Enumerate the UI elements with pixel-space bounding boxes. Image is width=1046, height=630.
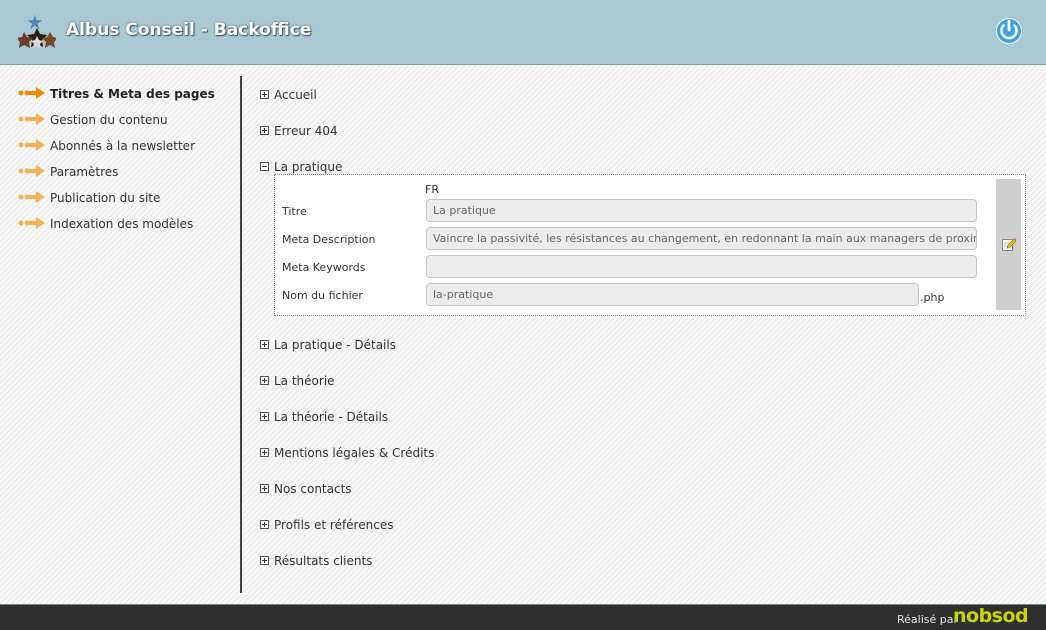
sidebar-item-label: Gestion du contenu (50, 113, 168, 127)
sidebar-item-gestion-contenu[interactable]: Gestion du contenu (0, 106, 240, 132)
tree-node-label: Erreur 404 (274, 124, 338, 138)
tree-node-label: Profils et références (274, 518, 394, 532)
made-by-label: Réalisé par (897, 613, 959, 626)
tree-node-la-theorie[interactable]: La théorie (260, 366, 1040, 402)
tree-node-label: Nos contacts (274, 482, 352, 496)
expand-plus-icon[interactable] (260, 520, 269, 529)
expand-plus-icon[interactable] (260, 376, 269, 385)
expand-plus-icon[interactable] (260, 448, 269, 457)
meta-keywords-label: Meta Keywords (282, 261, 366, 274)
tree-node-la-pratique-details[interactable]: La pratique - Détails (260, 330, 1040, 366)
app-title: Albus Conseil - Backoffice (66, 20, 312, 40)
tree-node-nos-contacts[interactable]: Nos contacts (260, 474, 1040, 510)
expand-plus-icon[interactable] (260, 556, 269, 565)
sidebar-nav: Titres & Meta des pages Gestion du conte… (0, 80, 240, 236)
app-footer: Réalisé par nobsod (0, 604, 1046, 630)
expand-plus-icon[interactable] (260, 412, 269, 421)
tree-node-label: Résultats clients (274, 554, 373, 568)
tree-node-profils-references[interactable]: Profils et références (260, 510, 1040, 546)
arrow-right-icon (18, 139, 45, 151)
file-extension: .php (920, 291, 945, 304)
tree-node-label: La pratique - Détails (274, 338, 396, 352)
sidebar-item-indexation[interactable]: Indexation des modèles (0, 210, 240, 236)
collapse-minus-icon[interactable] (260, 162, 269, 171)
sidebar-item-label: Paramètres (50, 165, 119, 179)
tree-node-la-theorie-details[interactable]: La théorie - Détails (260, 402, 1040, 438)
arrow-right-icon (18, 87, 45, 99)
arrow-right-icon (18, 165, 45, 177)
pages-tree: Accueil Erreur 404 La pratique FR Titre … (260, 80, 1040, 582)
sidebar-item-label: Titres & Meta des pages (50, 87, 215, 101)
tree-node-label: Mentions légales & Crédits (274, 446, 435, 460)
tree-node-mentions-legales[interactable]: Mentions légales & Crédits (260, 438, 1040, 474)
sidebar-item-parametres[interactable]: Paramètres (0, 158, 240, 184)
tree-node-label: La théorie (274, 374, 335, 388)
power-icon[interactable] (994, 14, 1024, 46)
tree-node-label: La théorie - Détails (274, 410, 389, 424)
arrow-right-icon (18, 191, 45, 203)
arrow-right-icon (18, 217, 45, 229)
stars-cluster-logo (18, 14, 56, 49)
sidebar-item-label: Abonnés à la newsletter (50, 139, 195, 153)
title-label: Titre (282, 205, 307, 218)
expand-plus-icon[interactable] (260, 340, 269, 349)
language-label: FR (425, 183, 439, 196)
expand-plus-icon[interactable] (260, 126, 269, 135)
page-meta-editor: FR Titre La pratique Meta Description Va… (274, 174, 1026, 316)
sidebar-item-publication[interactable]: Publication du site (0, 184, 240, 210)
tree-node-accueil[interactable]: Accueil (260, 80, 1040, 116)
arrow-right-icon (18, 113, 45, 125)
sidebar-item-titres-meta[interactable]: Titres & Meta des pages (0, 80, 240, 106)
nobsod-logo[interactable]: nobsod (953, 605, 1029, 627)
expand-plus-icon[interactable] (260, 484, 269, 493)
meta-description-input[interactable]: Vaincre la passivité, les résistances au… (426, 227, 977, 250)
sidebar-item-label: Publication du site (50, 191, 161, 205)
app-header: Albus Conseil - Backoffice (0, 0, 1046, 65)
tree-node-label: Accueil (274, 88, 317, 102)
meta-description-label: Meta Description (282, 233, 376, 246)
tree-node-la-pratique[interactable]: La pratique (260, 152, 1040, 174)
sidebar-item-label: Indexation des modèles (50, 217, 194, 231)
pencil-edit-icon[interactable] (1002, 237, 1016, 251)
tree-node-resultats-clients[interactable]: Résultats clients (260, 546, 1040, 582)
meta-keywords-input[interactable] (426, 255, 977, 278)
sidebar-item-abonnes-newsletter[interactable]: Abonnés à la newsletter (0, 132, 240, 158)
vertical-divider (240, 76, 242, 593)
title-input[interactable]: La pratique (426, 199, 977, 222)
filename-input[interactable]: la-pratique (426, 283, 919, 306)
filename-label: Nom du fichier (282, 289, 363, 302)
tree-node-erreur-404[interactable]: Erreur 404 (260, 116, 1040, 152)
expand-plus-icon[interactable] (260, 90, 269, 99)
